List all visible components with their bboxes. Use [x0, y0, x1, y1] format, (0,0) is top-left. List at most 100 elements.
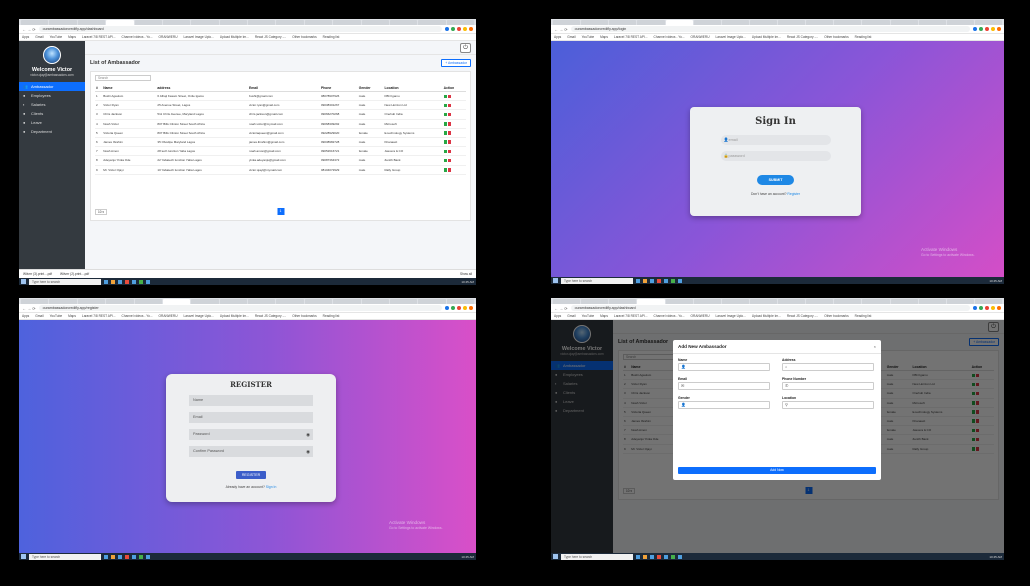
- delete-icon[interactable]: [447, 103, 452, 108]
- bookmark[interactable]: Other bookmarks: [292, 314, 316, 318]
- bookmark[interactable]: React JS Category -...: [255, 35, 286, 39]
- nav-arrows-icon[interactable]: ← → ⟳: [22, 306, 36, 311]
- name-input[interactable]: 👤: [678, 363, 771, 371]
- sidebar-item-department[interactable]: ●Department: [19, 127, 85, 136]
- taskbar-apps[interactable]: [636, 278, 682, 283]
- sidebar-item-leave[interactable]: ●Leave: [19, 118, 85, 127]
- close-icon[interactable]: ×: [874, 344, 876, 349]
- edit-icon[interactable]: [443, 158, 448, 163]
- bookmark[interactable]: Laravel Image Uplo...: [184, 314, 214, 318]
- url-field[interactable]: ourambassadorcredifly.app/dashboard: [570, 305, 970, 311]
- windows-start-icon[interactable]: [553, 278, 558, 283]
- eye-icon[interactable]: ◉: [306, 429, 310, 440]
- phone-input[interactable]: ✆: [782, 382, 875, 390]
- bookmark[interactable]: Apps: [22, 35, 29, 39]
- bookmark[interactable]: Upload Multiple Im...: [220, 314, 249, 318]
- sidebar-item-ambassador[interactable]: 👥Ambassador: [19, 82, 85, 91]
- bookmark[interactable]: Reading list: [323, 35, 340, 39]
- bookmark[interactable]: Laravel Image Uplo...: [716, 35, 746, 39]
- edit-icon[interactable]: [443, 131, 448, 135]
- taskbar-apps[interactable]: [636, 554, 682, 559]
- bookmark[interactable]: Maps: [600, 314, 608, 318]
- extensions[interactable]: [973, 27, 1001, 31]
- bookmark[interactable]: React JS Category -...: [787, 35, 818, 39]
- taskbar-search[interactable]: Type here to search: [29, 553, 101, 560]
- bookmark[interactable]: Reading list: [855, 35, 872, 39]
- search-input[interactable]: Search: [95, 75, 151, 81]
- email-field[interactable]: Email: [189, 412, 313, 423]
- bookmark[interactable]: Other bookmarks: [292, 35, 316, 39]
- taskbar-search[interactable]: Type here to search: [561, 553, 633, 560]
- bookmark[interactable]: Laravel 7/8 REST API...: [614, 35, 648, 39]
- bookmark[interactable]: Other bookmarks: [824, 314, 848, 318]
- bookmark[interactable]: Laravel Image Uplo...: [716, 314, 746, 318]
- url-field[interactable]: ourambassadorcredifly.app/register: [38, 305, 442, 311]
- bookmark[interactable]: Gmail: [567, 314, 575, 318]
- bookmark[interactable]: ORANWERU: [159, 314, 178, 318]
- bookmark[interactable]: Laravel 7/8 REST API...: [82, 35, 116, 39]
- address-input[interactable]: ⌂: [782, 363, 875, 371]
- bookmark[interactable]: Gmail: [35, 314, 43, 318]
- bookmark[interactable]: ORANWERU: [691, 35, 710, 39]
- bookmark[interactable]: Channel videos - Yo...: [654, 314, 685, 318]
- taskbar-apps[interactable]: [104, 279, 150, 284]
- password-field[interactable]: Password ◉: [189, 429, 313, 440]
- bookmark[interactable]: Channel videos - Yo...: [122, 35, 153, 39]
- confirm-password-field[interactable]: Confirm Password ◉: [189, 446, 313, 457]
- sidebar-item-employees[interactable]: ●Employees: [19, 91, 85, 100]
- bookmark[interactable]: React JS Category -...: [787, 314, 818, 318]
- bookmark[interactable]: React JS Category -...: [255, 314, 286, 318]
- add-ambassador-button[interactable]: + Ambassador: [441, 59, 471, 67]
- delete-icon[interactable]: [447, 140, 452, 144]
- nav-arrows-icon[interactable]: ← → ⟳: [554, 306, 568, 311]
- browser-tabs[interactable]: [19, 298, 476, 304]
- bookmark[interactable]: Apps: [554, 314, 561, 318]
- bookmark[interactable]: Reading list: [855, 314, 872, 318]
- bookmark[interactable]: Other bookmarks: [824, 35, 848, 39]
- delete-icon[interactable]: [447, 168, 452, 172]
- edit-icon[interactable]: [443, 122, 448, 126]
- windows-start-icon[interactable]: [553, 554, 558, 559]
- pagination-page[interactable]: 1: [277, 208, 284, 215]
- bookmark[interactable]: ORANWERU: [159, 35, 178, 39]
- taskbar-search[interactable]: Type here to search: [29, 278, 101, 285]
- extensions[interactable]: [445, 306, 473, 310]
- taskbar-apps[interactable]: [104, 554, 150, 559]
- url-field[interactable]: ourambassadorcredifly.app/dashboard: [38, 26, 442, 32]
- nav-arrows-icon[interactable]: ← → ⟳: [554, 27, 568, 32]
- bookmark[interactable]: Maps: [68, 35, 76, 39]
- bookmark[interactable]: Apps: [22, 314, 29, 318]
- bookmark[interactable]: YouTube: [582, 314, 595, 318]
- edit-icon[interactable]: [443, 140, 448, 144]
- column-header[interactable]: Name: [102, 84, 157, 92]
- bookmark[interactable]: YouTube: [50, 35, 63, 39]
- eye-slash-icon[interactable]: ◉: [306, 446, 310, 457]
- bookmark[interactable]: Maps: [600, 35, 608, 39]
- show-all-link[interactable]: Show all: [460, 272, 472, 276]
- extensions[interactable]: [445, 27, 473, 31]
- per-page-select[interactable]: 10 ▾: [95, 209, 108, 215]
- edit-icon[interactable]: [443, 149, 448, 154]
- download-item[interactable]: Wiivrrr (3).print....pdf: [23, 272, 52, 276]
- bookmark[interactable]: Gmail: [35, 35, 43, 39]
- name-field[interactable]: Name: [189, 395, 313, 406]
- signin-link[interactable]: Sign In: [266, 485, 277, 489]
- power-icon[interactable]: ⏻: [460, 43, 471, 53]
- browser-tabs[interactable]: [551, 19, 1004, 25]
- column-header[interactable]: Email: [248, 84, 320, 92]
- edit-icon[interactable]: [443, 94, 448, 99]
- bookmark[interactable]: Upload Multiple Im...: [220, 35, 249, 39]
- register-link[interactable]: Register: [787, 192, 800, 196]
- delete-icon[interactable]: [447, 158, 452, 163]
- password-field[interactable]: 🔒 password: [720, 151, 831, 161]
- bookmark[interactable]: ORANWERU: [691, 314, 710, 318]
- edit-icon[interactable]: [443, 112, 448, 117]
- bookmark[interactable]: Upload Multiple Im...: [752, 35, 781, 39]
- submit-button[interactable]: SUBMIT: [756, 175, 795, 185]
- bookmark[interactable]: Laravel 7/8 REST API...: [82, 314, 116, 318]
- delete-icon[interactable]: [447, 122, 452, 126]
- sidebar-item-salaries[interactable]: ▪Salaries: [19, 100, 85, 109]
- column-header[interactable]: Gender: [357, 84, 384, 92]
- bookmark[interactable]: Gmail: [567, 35, 575, 39]
- column-header[interactable]: address: [156, 84, 249, 92]
